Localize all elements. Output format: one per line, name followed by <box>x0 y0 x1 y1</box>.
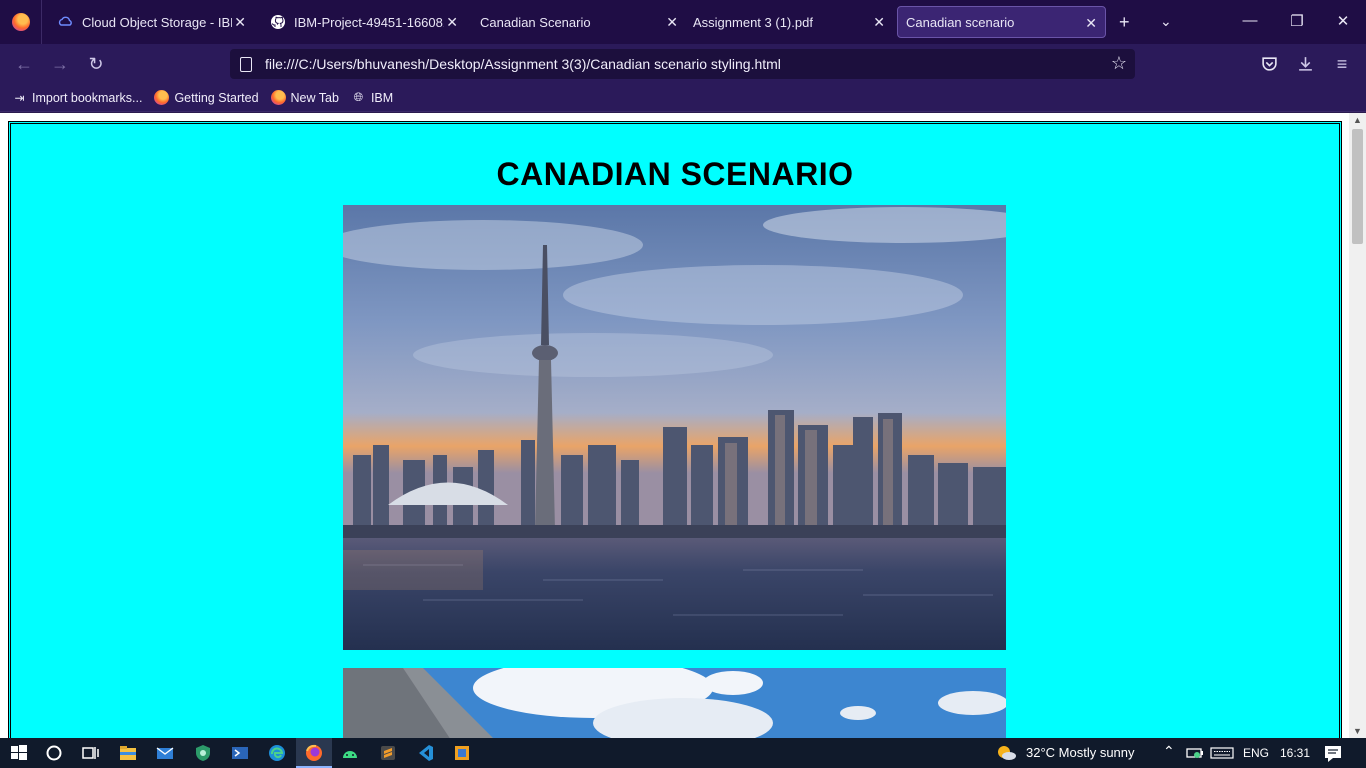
bookmark-import[interactable]: ⇥ Import bookmarks... <box>12 90 142 105</box>
bookmark-label: IBM <box>370 90 394 105</box>
close-tab-icon[interactable]: ✕ <box>873 14 885 31</box>
bookmark-label: New Tab <box>290 90 339 105</box>
navigation-bar: ← → ↻ file:///C:/Users/bhuvanesh/Desktop… <box>0 44 1366 84</box>
bookmark-new-tab[interactable]: New Tab <box>270 90 339 105</box>
minimize-icon[interactable]: — <box>1240 12 1260 29</box>
bookmark-label: Getting Started <box>174 90 259 105</box>
address-bar[interactable]: file:///C:/Users/bhuvanesh/Desktop/Assig… <box>230 49 1135 79</box>
bookmarks-toolbar: ⇥ Import bookmarks... Getting Started Ne… <box>0 84 1366 112</box>
show-hidden-icons-chevron-icon[interactable]: ⌃ <box>1163 743 1175 760</box>
tab-assignment-pdf[interactable]: Assignment 3 (1).pdf ✕ <box>683 6 893 38</box>
tab-title: IBM-Project-49451-16608191 <box>294 14 444 30</box>
page-viewport: CANADIAN SCENARIO ▲ ▼ <box>0 113 1366 738</box>
toronto-skyline-photo <box>343 205 1006 650</box>
list-tabs-chevron-icon[interactable]: ⌄ <box>1160 13 1172 30</box>
tab-cloud-object-storage[interactable]: Cloud Object Storage - IBM C ✕ <box>48 6 254 38</box>
vertical-scrollbar[interactable]: ▲ ▼ <box>1349 113 1366 738</box>
bookmark-ibm[interactable]: 🌐︎ IBM <box>351 90 394 105</box>
clock[interactable]: 16:31 <box>1280 746 1310 760</box>
firefox-menu-icon[interactable] <box>0 0 42 44</box>
back-icon[interactable]: ← <box>14 54 34 75</box>
security-shield-icon[interactable] <box>193 743 213 763</box>
task-view-icon[interactable] <box>80 743 100 763</box>
weather-sunny-icon[interactable] <box>995 743 1017 763</box>
close-tab-icon[interactable]: ✕ <box>234 14 246 31</box>
file-explorer-icon[interactable] <box>118 743 138 763</box>
edge-icon[interactable] <box>267 743 287 763</box>
search-icon[interactable] <box>44 743 64 763</box>
windows-start-icon[interactable] <box>9 743 29 763</box>
powershell-icon[interactable] <box>230 743 250 763</box>
language-indicator[interactable]: ENG <box>1243 746 1269 760</box>
tab-ibm-project[interactable]: IBM-Project-49451-16608191 ✕ <box>260 6 466 38</box>
forward-icon[interactable]: → <box>50 54 70 75</box>
close-window-icon[interactable]: ✕ <box>1333 12 1353 30</box>
firefox-icon <box>154 90 170 105</box>
tab-title: Assignment 3 (1).pdf <box>693 14 813 30</box>
vscode-icon[interactable] <box>415 743 435 763</box>
weather-text[interactable]: 32°C Mostly sunny <box>1026 745 1135 760</box>
mountain-sky-photo <box>343 668 1006 738</box>
battery-icon[interactable] <box>1185 743 1205 763</box>
page-body: CANADIAN SCENARIO <box>8 121 1342 738</box>
page-icon <box>240 56 252 72</box>
downloads-icon[interactable] <box>1297 55 1314 72</box>
pocket-icon[interactable] <box>1261 55 1278 72</box>
windows-taskbar: 32°C Mostly sunny ⌃ ENG 16:31 <box>0 738 1366 768</box>
tab-canadian-scenario[interactable]: Canadian Scenario ✕ <box>470 6 686 38</box>
ibm-cloud-icon <box>58 16 72 26</box>
sublime-text-icon[interactable] <box>378 743 398 763</box>
bookmark-star-icon[interactable]: ☆ <box>1111 53 1127 74</box>
close-tab-icon[interactable]: ✕ <box>446 14 458 31</box>
page-title: CANADIAN SCENARIO <box>496 156 854 192</box>
tab-canadian-scenario-active[interactable]: Canadian scenario ✕ <box>897 6 1106 38</box>
github-icon <box>271 15 285 29</box>
reload-icon[interactable]: ↻ <box>86 54 106 75</box>
new-tab-icon[interactable]: + <box>1119 12 1130 33</box>
bookmark-getting-started[interactable]: Getting Started <box>154 90 259 105</box>
import-icon: ⇥ <box>14 90 25 105</box>
scroll-up-icon[interactable]: ▲ <box>1349 115 1366 125</box>
close-tab-icon[interactable]: ✕ <box>1085 15 1097 32</box>
android-studio-icon[interactable] <box>340 743 360 763</box>
tab-title: Canadian scenario <box>906 14 1015 30</box>
mail-icon[interactable] <box>155 743 175 763</box>
firefox-taskbar-icon[interactable] <box>304 743 324 763</box>
tab-title: Cloud Object Storage - IBM C <box>82 14 232 30</box>
tab-title: Canadian Scenario <box>480 14 591 30</box>
firefox-icon <box>270 90 286 105</box>
scroll-down-icon[interactable]: ▼ <box>1349 726 1366 736</box>
url-text[interactable]: file:///C:/Users/bhuvanesh/Desktop/Assig… <box>265 56 781 72</box>
notifications-icon[interactable] <box>1323 743 1343 763</box>
restore-icon[interactable]: ❐ <box>1287 12 1307 30</box>
scrollbar-thumb[interactable] <box>1352 129 1363 244</box>
tab-strip: Cloud Object Storage - IBM C ✕ IBM-Proje… <box>0 0 1366 44</box>
app-window-icon[interactable] <box>452 743 472 763</box>
bookmark-label: Import bookmarks... <box>32 90 143 105</box>
close-tab-icon[interactable]: ✕ <box>666 14 678 31</box>
globe-icon: 🌐︎ <box>353 90 364 104</box>
keyboard-icon[interactable] <box>1210 743 1234 763</box>
app-menu-icon[interactable]: ≡ <box>1332 54 1352 75</box>
